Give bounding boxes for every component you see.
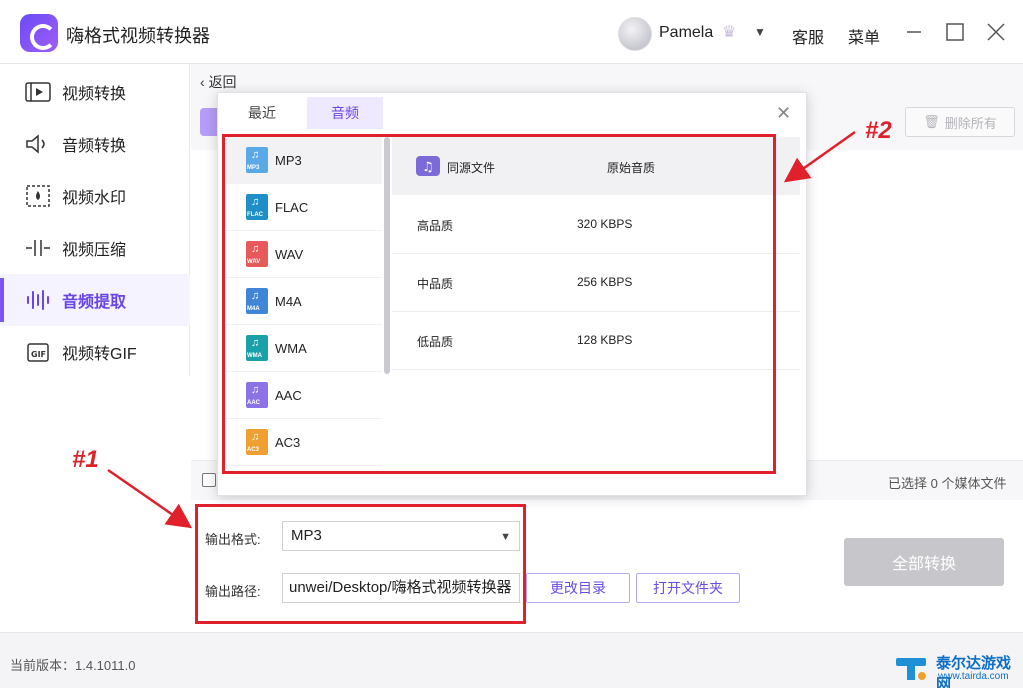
annotation-arrows (107, 130, 856, 529)
